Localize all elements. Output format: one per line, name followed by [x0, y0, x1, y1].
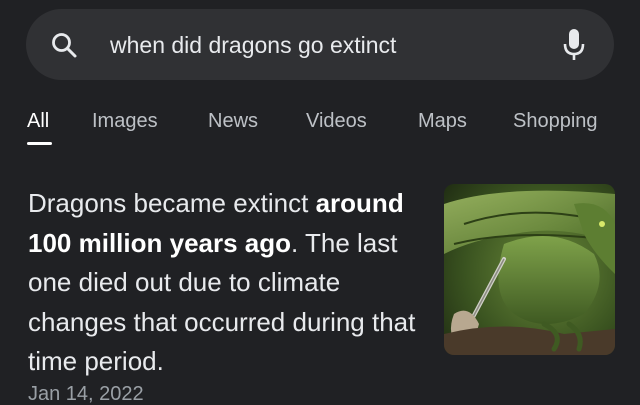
- tab-news[interactable]: News: [208, 110, 258, 133]
- snippet-text-before: Dragons became extinct: [28, 188, 316, 218]
- tab-shopping[interactable]: Shopping: [513, 110, 598, 133]
- snippet-date: Jan 14, 2022: [28, 383, 144, 405]
- tab-videos[interactable]: Videos: [306, 110, 367, 133]
- tab-images[interactable]: Images: [92, 110, 158, 133]
- search-bar[interactable]: [26, 9, 614, 80]
- featured-snippet: Dragons became extinct around 100 millio…: [28, 184, 438, 382]
- tab-all[interactable]: All: [27, 110, 49, 133]
- tab-maps[interactable]: Maps: [418, 110, 467, 133]
- dragon-illustration: [444, 184, 615, 355]
- mic-icon[interactable]: [562, 27, 586, 63]
- tab-active-indicator: [27, 142, 52, 145]
- search-input[interactable]: [110, 29, 550, 61]
- search-icon[interactable]: [50, 31, 78, 59]
- search-tabs: All Images News Videos Maps Shopping: [0, 104, 640, 150]
- dragon-thumbnail-image[interactable]: [444, 184, 615, 355]
- search-results-page: All Images News Videos Maps Shopping Dra…: [0, 0, 640, 405]
